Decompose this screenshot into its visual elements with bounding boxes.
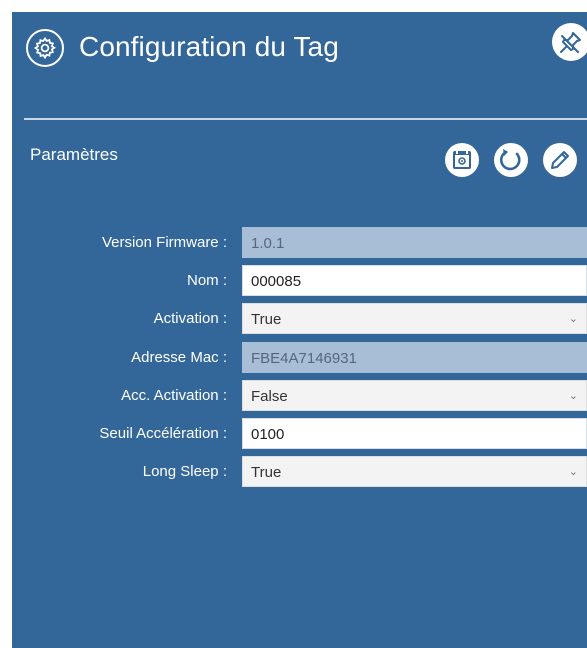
acc-activation-select[interactable]: False ⌄ bbox=[242, 380, 587, 411]
nom-label: Nom : bbox=[186, 272, 227, 289]
form-row-seuil: Seuil Accélération : 0100 bbox=[12, 418, 587, 449]
chevron-down-icon: ⌄ bbox=[568, 313, 578, 325]
edit-button[interactable] bbox=[543, 143, 577, 177]
seuil-input[interactable]: 0100 bbox=[242, 418, 587, 449]
acc-activation-value: False bbox=[251, 388, 288, 405]
long-sleep-value: True bbox=[251, 464, 282, 481]
edit-pencil-icon bbox=[551, 151, 569, 169]
firmware-field: 1.0.1 bbox=[242, 227, 587, 258]
chevron-down-icon: ⌄ bbox=[568, 466, 578, 478]
form-row-mac: Adresse Mac : FBE4A7146931 bbox=[12, 342, 587, 373]
activation-label: Activation : bbox=[153, 310, 227, 327]
calendar-settings-icon bbox=[453, 151, 471, 169]
nom-input[interactable]: 000085 bbox=[242, 265, 587, 296]
gear-icon[interactable] bbox=[26, 29, 64, 67]
refresh-icon bbox=[499, 149, 521, 171]
form-row-long-sleep: Long Sleep : True ⌄ bbox=[12, 456, 587, 487]
mac-label: Adresse Mac : bbox=[131, 349, 227, 366]
seuil-label: Seuil Accélération : bbox=[99, 425, 227, 442]
tag-config-panel: Configuration du Tag Paramètres Version … bbox=[12, 12, 587, 648]
panel-header: Configuration du Tag bbox=[12, 12, 587, 118]
activation-value: True bbox=[251, 311, 282, 328]
mac-field: FBE4A7146931 bbox=[242, 342, 587, 373]
page-title: Configuration du Tag bbox=[79, 31, 339, 62]
chevron-down-icon: ⌄ bbox=[568, 390, 578, 402]
acc-activation-label: Acc. Activation : bbox=[121, 387, 227, 404]
form-row-acc-activation: Acc. Activation : False ⌄ bbox=[12, 380, 587, 411]
form-row-firmware: Version Firmware : 1.0.1 bbox=[12, 227, 587, 258]
calendar-settings-button[interactable] bbox=[445, 143, 479, 177]
header-divider bbox=[24, 118, 587, 120]
form-row-nom: Nom : 000085 bbox=[12, 265, 587, 296]
long-sleep-label: Long Sleep : bbox=[142, 463, 227, 480]
firmware-label: Version Firmware : bbox=[101, 234, 227, 251]
long-sleep-select[interactable]: True ⌄ bbox=[242, 456, 587, 487]
activation-select[interactable]: True ⌄ bbox=[242, 303, 587, 334]
unpin-icon[interactable] bbox=[552, 23, 587, 61]
form-row-activation: Activation : True ⌄ bbox=[12, 303, 587, 334]
section-title: Paramètres bbox=[30, 145, 118, 164]
refresh-button[interactable] bbox=[494, 143, 528, 177]
